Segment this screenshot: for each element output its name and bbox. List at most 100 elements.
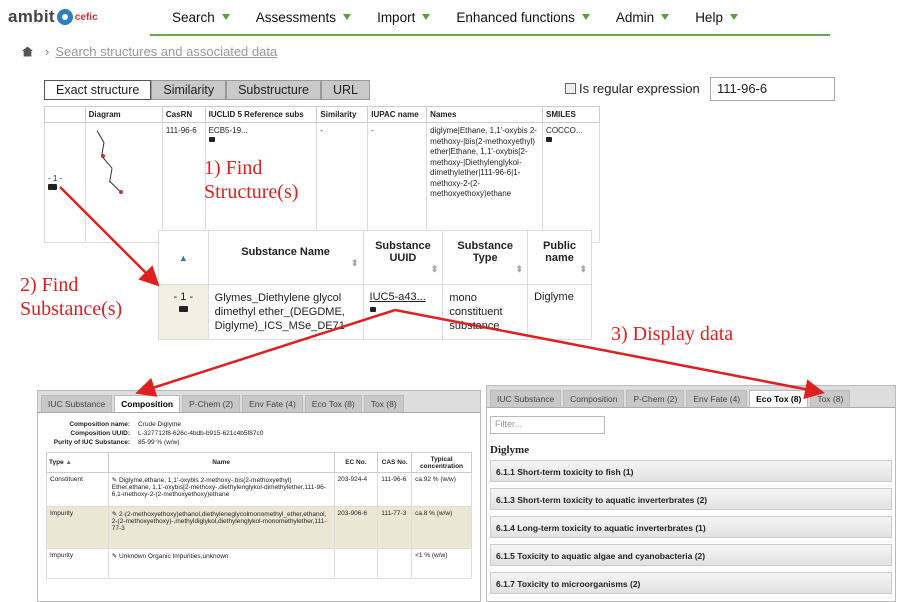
tab-url[interactable]: URL (320, 80, 370, 100)
search-mode-tabs: Exact structure Similarity Substructure … (44, 80, 370, 100)
substance-name-cell: Glymes_Diethylene glycol dimethyl ether_… (207, 284, 364, 340)
nav-help[interactable]: Help (695, 10, 738, 25)
column-header[interactable]: SMILES (542, 106, 600, 123)
meta-value: 85-99 % (w/w) (138, 439, 180, 446)
pencil-icon[interactable]: ✎ (112, 511, 117, 518)
ec-cell: 203-906-6 (333, 506, 379, 549)
nav-import[interactable]: Import (377, 10, 431, 25)
column-header[interactable]: Diagram (84, 106, 163, 123)
column-header[interactable]: IUPAC name (367, 106, 428, 123)
column-header[interactable]: Similarity (316, 106, 369, 123)
sort-icon[interactable]: ⬍ (368, 264, 439, 275)
nav-label: Help (695, 9, 723, 25)
regex-label: Is regular expression (579, 81, 700, 96)
copy-icon[interactable] (546, 137, 553, 142)
nav-admin[interactable]: Admin (616, 10, 670, 25)
nav-assessments[interactable]: Assessments (256, 10, 352, 25)
filter-input[interactable]: Filter... (490, 416, 605, 434)
tab-similarity[interactable]: Similarity (151, 80, 227, 100)
smiles-value: COCCO... (546, 126, 583, 135)
tab-tox[interactable]: Tox (8) (810, 390, 851, 407)
annotation-find-substance: 2) Find Substance(s) (20, 274, 123, 320)
sort-icon[interactable]: ⬍ (213, 258, 359, 269)
substance-uuid-link[interactable]: IUC5-a43... (370, 291, 437, 303)
endpoint-accordion-item[interactable]: 6.1.7 Toxicity to microorganisms (2) (490, 572, 892, 594)
row-index-cell[interactable]: - 1 - (158, 284, 209, 340)
column-header[interactable]: EC No. (333, 452, 379, 473)
tab-env-fate[interactable]: Env Fate (4) (686, 390, 748, 407)
substance-table: ▲ Substance Name ⬍ Substance UUID ⬍ Substa… (158, 230, 592, 340)
endpoint-accordion-item[interactable]: 6.1.1 Short-term toxicity to fish (1) (490, 460, 892, 482)
nav-label: Search (172, 9, 215, 25)
chevron-down-icon (422, 14, 431, 20)
tab-iuc-substance[interactable]: IUC Substance (490, 390, 562, 407)
substance-title: Diglyme (490, 444, 530, 456)
ec-cell (333, 548, 379, 579)
nav-enhanced-functions[interactable]: Enhanced functions (456, 10, 590, 25)
folder-icon[interactable] (48, 183, 57, 190)
tab-composition[interactable]: Composition (114, 395, 181, 412)
column-header[interactable]: Substance Type ⬍ (442, 230, 529, 285)
tab-iuc-substance[interactable]: IUC Substance (41, 395, 113, 412)
column-header[interactable]: IUCLID 5 Reference subs (204, 106, 318, 123)
chevron-down-icon (729, 14, 738, 20)
composition-table: Type ▲ Name EC No. CAS No. Typical conce… (46, 452, 472, 579)
tab-p-chem[interactable]: P-Chem (2) (626, 390, 685, 407)
tab-tox[interactable]: Tox (8) (363, 395, 404, 412)
sort-up-icon[interactable]: ▲ (66, 459, 72, 466)
pencil-icon[interactable]: ✎ (112, 553, 117, 560)
meta-value: L-327712f8-626c-4bdb-b915-621c4b5f87c0 (138, 430, 264, 437)
endpoint-accordion-item[interactable]: 6.1.5 Toxicity to aquatic algae and cyan… (490, 544, 892, 566)
table-row[interactable]: Constituent ✎ Diglyme,ethane, 1,1'-oxybi… (46, 472, 472, 507)
table-header-row: Type ▲ Name EC No. CAS No. Typical conce… (46, 452, 472, 473)
endpoint-accordion-item[interactable]: 6.1.3 Short-term toxicity to aquatic inv… (490, 488, 892, 510)
table-row[interactable]: Impurity ✎ 2-(2-methoxyethoxy)ethanol,di… (46, 506, 472, 549)
table-row[interactable]: - 1 - Glymes_Diethylene glycol dimethyl … (158, 284, 592, 340)
sort-icon[interactable]: ⬍ (532, 264, 587, 275)
column-header[interactable]: CasRN (161, 106, 206, 123)
column-header[interactable]: Name (107, 452, 335, 473)
regex-checkbox[interactable] (565, 83, 576, 94)
meta-row: Composition UUID: L-327712f8-626c-4bdb-b9… (38, 430, 480, 439)
column-header[interactable]: Substance Name ⬍ (207, 230, 364, 285)
sort-icon[interactable]: ⬍ (447, 264, 524, 275)
column-header[interactable]: CAS No. (377, 452, 413, 473)
tab-substructure[interactable]: Substructure (226, 80, 321, 100)
column-header[interactable]: Names (426, 106, 544, 123)
search-input[interactable]: 111-96-6 (710, 77, 835, 101)
copy-icon[interactable] (369, 307, 376, 312)
nav-search[interactable]: Search (172, 10, 230, 25)
column-header[interactable]: Typical concentration (411, 452, 472, 473)
concentration-cell: ca.92 % (w/w) (411, 472, 472, 507)
regex-option[interactable]: Is regular expression (565, 81, 700, 96)
column-header[interactable]: Public name ⬍ (527, 230, 592, 285)
nav-label: Enhanced functions (456, 9, 575, 25)
column-header[interactable]: Substance UUID ⬍ (362, 230, 444, 285)
tab-eco-tox[interactable]: Eco Tox (8) (749, 390, 809, 407)
name-value: 2-(2-methoxyethoxy)ethanol,diethylenegly… (111, 511, 327, 532)
meta-key: Composition name: (69, 421, 130, 428)
folder-icon[interactable] (178, 306, 188, 312)
cas-cell: 111-77-3 (377, 506, 413, 549)
substance-uuid-cell: IUC5-a43... (362, 284, 444, 340)
header-label: Public name (543, 240, 577, 264)
tab-exact-structure[interactable]: Exact structure (44, 80, 152, 100)
app-logo[interactable]: ambit cefic (8, 6, 98, 28)
concentration-cell: <1 % (w/w) (411, 548, 472, 579)
tab-env-fate[interactable]: Env Fate (4) (242, 395, 303, 412)
endpoint-accordion-item[interactable]: 6.1.4 Long-term toxicity to aquatic inve… (490, 516, 892, 538)
home-icon[interactable] (22, 46, 33, 57)
tab-eco-tox[interactable]: Eco Tox (8) (304, 395, 362, 412)
sort-up-icon[interactable]: ▲ (179, 253, 188, 263)
sort-column-header[interactable]: ▲ (158, 230, 209, 285)
column-header[interactable]: Type ▲ (46, 452, 109, 473)
pencil-icon[interactable]: ✎ (112, 477, 117, 484)
tab-composition[interactable]: Composition (563, 390, 625, 407)
breadcrumb-link[interactable]: Search structures and associated data (55, 44, 277, 59)
column-header[interactable] (44, 106, 86, 123)
type-cell: Constituent (46, 472, 109, 507)
row-index-cell[interactable]: - 1 - (44, 122, 86, 243)
tab-p-chem[interactable]: P-Chem (2) (182, 395, 241, 412)
copy-icon[interactable] (208, 137, 215, 142)
table-row[interactable]: Impurity ✎ Unknown Organic Impurities,un… (46, 548, 472, 579)
